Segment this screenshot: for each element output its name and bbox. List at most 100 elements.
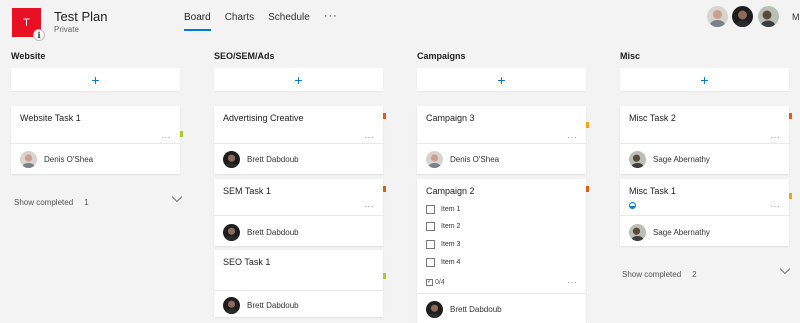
add-task-button[interactable]: + bbox=[11, 68, 180, 91]
checklist-item[interactable]: Item 1 bbox=[426, 205, 460, 214]
task-card[interactable]: Campaign 3 ··· Denis O'Shea bbox=[417, 106, 589, 174]
checklist-item[interactable]: Item 3 bbox=[426, 240, 460, 249]
card-divider bbox=[620, 143, 789, 144]
tab-board[interactable]: Board bbox=[184, 12, 211, 31]
task-title: Misc Task 1 bbox=[629, 186, 676, 196]
checkbox[interactable] bbox=[426, 258, 435, 267]
card-more-icon[interactable]: ··· bbox=[365, 202, 375, 211]
assignee-name: Sage Abernathy bbox=[653, 155, 710, 164]
members-overflow[interactable]: M bbox=[792, 12, 800, 22]
completed-count: 1 bbox=[84, 198, 89, 207]
assignee-name: Brett Dabdoub bbox=[247, 301, 299, 310]
task-title: SEM Task 1 bbox=[223, 186, 271, 196]
checklist-count: 0/4 bbox=[435, 279, 445, 286]
assignee-name: Brett Dabdoub bbox=[247, 228, 299, 237]
progress-fill bbox=[630, 205, 635, 208]
task-card[interactable]: Misc Task 1 ··· Sage Abernathy bbox=[620, 179, 792, 246]
checklist-item[interactable]: Item 4 bbox=[426, 258, 460, 267]
bucket-title[interactable]: SEO/SEM/Ads bbox=[214, 51, 275, 61]
card-divider bbox=[214, 215, 383, 216]
label-tag bbox=[383, 186, 386, 192]
label-tag bbox=[789, 113, 792, 119]
card-more-icon[interactable]: ··· bbox=[568, 133, 578, 142]
checkbox[interactable] bbox=[426, 205, 435, 214]
checklist-progress: ✓ 0/4 bbox=[426, 279, 445, 286]
assignee[interactable]: Brett Dabdoub bbox=[223, 151, 299, 168]
chevron-down-icon bbox=[171, 195, 183, 205]
task-card[interactable]: Website Task 1 ··· Denis O'Shea bbox=[11, 106, 183, 174]
tab-charts[interactable]: Charts bbox=[225, 12, 254, 29]
avatar bbox=[223, 297, 240, 314]
plan-icon[interactable]: T i bbox=[12, 8, 45, 41]
add-task-button[interactable]: + bbox=[417, 68, 586, 91]
plan-privacy: Private bbox=[54, 25, 79, 34]
assignee-name: Sage Abernathy bbox=[653, 228, 710, 237]
show-completed-label: Show completed bbox=[14, 198, 74, 207]
checkbox[interactable] bbox=[426, 240, 435, 249]
assignee-name: Denis O'Shea bbox=[450, 155, 500, 164]
task-card[interactable]: SEM Task 1 ··· Brett Dabdoub bbox=[214, 179, 386, 246]
card-more-icon[interactable]: ··· bbox=[568, 278, 578, 287]
task-title: Campaign 3 bbox=[426, 113, 475, 123]
label-tag bbox=[586, 186, 589, 192]
member-avatar[interactable] bbox=[707, 6, 728, 27]
bucket-title[interactable]: Website bbox=[11, 51, 45, 61]
show-completed-label: Show completed bbox=[622, 270, 682, 279]
label-tag bbox=[180, 131, 183, 137]
avatar bbox=[629, 151, 646, 168]
avatar bbox=[223, 224, 240, 241]
task-card[interactable]: Advertising Creative ··· Brett Dabdoub bbox=[214, 106, 386, 174]
assignee[interactable]: Brett Dabdoub bbox=[223, 224, 299, 241]
assignee[interactable]: Brett Dabdoub bbox=[426, 301, 502, 318]
chevron-down-icon bbox=[779, 267, 791, 277]
assignee-name: Denis O'Shea bbox=[44, 155, 94, 164]
bucket-title[interactable]: Misc bbox=[620, 51, 640, 61]
view-tabs: Board Charts Schedule ··· bbox=[184, 10, 338, 31]
task-card[interactable]: SEO Task 1 Brett Dabdoub bbox=[214, 250, 386, 317]
plus-icon: + bbox=[497, 71, 506, 88]
assignee[interactable]: Sage Abernathy bbox=[629, 224, 710, 241]
checklist-icon: ✓ bbox=[426, 279, 433, 286]
task-card[interactable]: Misc Task 2 ··· Sage Abernathy bbox=[620, 106, 792, 174]
show-completed-toggle[interactable]: Show completed 2 bbox=[622, 268, 791, 279]
plan-initial: T bbox=[23, 16, 30, 29]
checklist-item-label: Item 4 bbox=[441, 259, 461, 266]
checklist-item-label: Item 1 bbox=[441, 206, 461, 213]
label-tag bbox=[383, 113, 386, 119]
card-divider bbox=[214, 143, 383, 144]
add-task-button[interactable]: + bbox=[620, 68, 789, 91]
assignee[interactable]: Sage Abernathy bbox=[629, 151, 710, 168]
avatar bbox=[426, 151, 443, 168]
tab-schedule[interactable]: Schedule bbox=[268, 12, 310, 29]
plus-icon: + bbox=[91, 71, 100, 88]
task-card[interactable]: Campaign 2 Item 1 Item 2 Item 3 Item 4 ✓… bbox=[417, 179, 589, 323]
task-title: Campaign 2 bbox=[426, 186, 475, 196]
plus-icon: + bbox=[700, 71, 709, 88]
member-avatar[interactable] bbox=[758, 6, 779, 27]
card-more-icon[interactable]: ··· bbox=[771, 133, 781, 142]
completed-count: 2 bbox=[692, 270, 697, 279]
more-options-icon[interactable]: ··· bbox=[324, 10, 338, 22]
checklist-item-label: Item 2 bbox=[441, 223, 461, 230]
assignee[interactable]: Brett Dabdoub bbox=[223, 297, 299, 314]
card-more-icon[interactable]: ··· bbox=[365, 133, 375, 142]
info-icon[interactable]: i bbox=[33, 29, 45, 41]
avatar bbox=[629, 224, 646, 241]
assignee[interactable]: Denis O'Shea bbox=[426, 151, 499, 168]
card-divider bbox=[417, 143, 586, 144]
plan-title: Test Plan bbox=[54, 9, 108, 24]
task-title: Advertising Creative bbox=[223, 113, 304, 123]
avatar bbox=[20, 151, 37, 168]
label-tag bbox=[383, 273, 386, 279]
card-more-icon[interactable]: ··· bbox=[771, 202, 781, 211]
assignee-name: Brett Dabdoub bbox=[450, 305, 502, 314]
checkbox[interactable] bbox=[426, 222, 435, 231]
bucket-title[interactable]: Campaigns bbox=[417, 51, 466, 61]
add-task-button[interactable]: + bbox=[214, 68, 383, 91]
checklist-item[interactable]: Item 2 bbox=[426, 222, 460, 231]
show-completed-toggle[interactable]: Show completed 1 bbox=[14, 196, 183, 207]
card-more-icon[interactable]: ··· bbox=[162, 133, 172, 142]
member-avatar[interactable] bbox=[732, 6, 753, 27]
assignee[interactable]: Denis O'Shea bbox=[20, 151, 93, 168]
plan-header: T i Test Plan Private Board Charts Sched… bbox=[0, 0, 800, 41]
